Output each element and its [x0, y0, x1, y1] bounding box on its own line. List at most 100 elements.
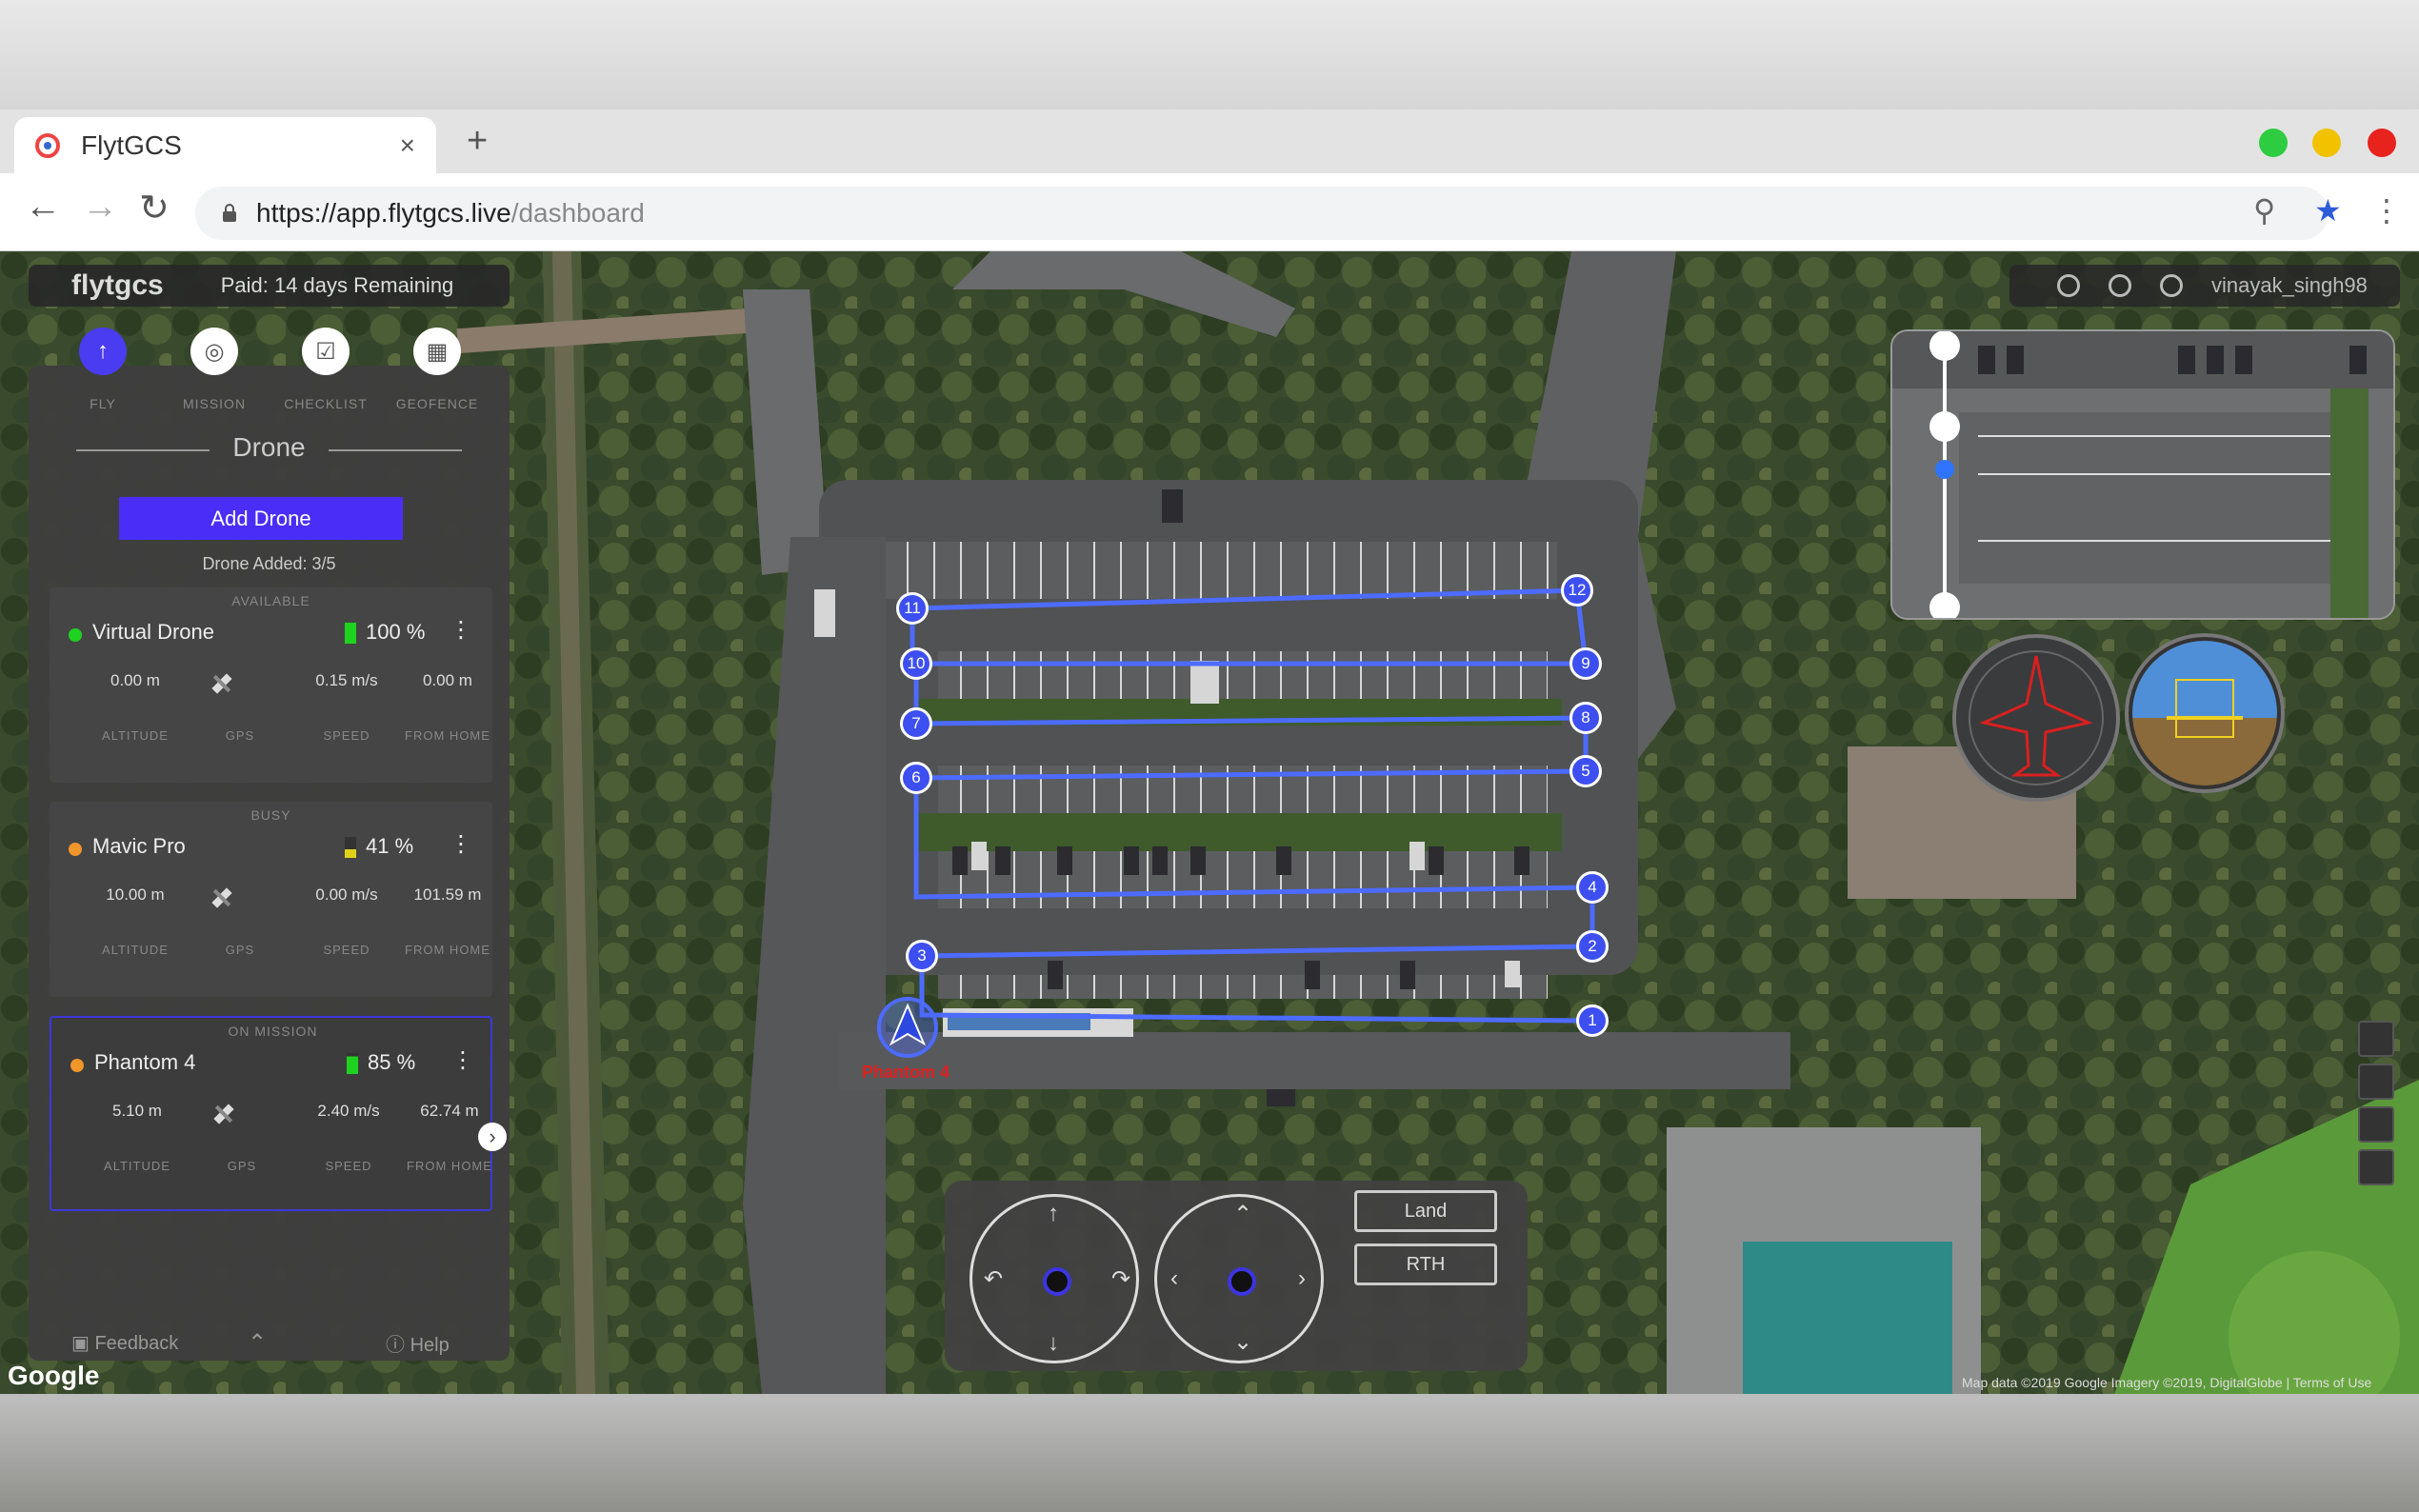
add-drone-button[interactable]: Add Drone	[119, 497, 403, 540]
joystick-up-arrow-icon: ↑	[1048, 1201, 1059, 1226]
map-tool-layers-icon[interactable]	[2358, 1021, 2394, 1057]
map-tool-locate-icon[interactable]	[2358, 1149, 2394, 1185]
drone-card[interactable]: AVAILABLE Virtual Drone 100 % ⋮ 0.00 m ALTITU…	[50, 587, 492, 783]
new-tab-button[interactable]: +	[467, 121, 488, 162]
joystick-yaw-right-icon: ↷	[1111, 1266, 1131, 1292]
arrow-up-icon: ↑	[79, 328, 127, 375]
drone-speed-value: 0.15 m/s	[315, 671, 378, 689]
forward-arrow-icon[interactable]: →	[82, 187, 118, 228]
drone-panel: Drone Add Drone Drone Added: 3/5 AVAILAB…	[29, 366, 510, 1361]
map-view[interactable]: 1 2 3 4 5 6 7 8 9 10 11 12 Phantom 4 flytgcs Paid: …	[0, 251, 2419, 1394]
map-attribution[interactable]: Map data ©2019 Google Imagery ©2019, Dig…	[1962, 1375, 2371, 1390]
left-joystick[interactable]: ↑ ↓ ↶ ↷	[970, 1194, 1139, 1363]
left-joystick-knob[interactable]	[1043, 1267, 1071, 1296]
drone-card[interactable]: ON MISSION Phantom 4 85 % ⋮ 5.10 m ALTITUDE GP…	[50, 1016, 492, 1211]
waypoint-marker[interactable]: 3	[906, 940, 938, 972]
flytgcs-favicon-icon	[35, 132, 60, 158]
panel-title: Drone	[29, 432, 510, 463]
back-arrow-icon[interactable]: ←	[25, 187, 61, 228]
waypoint-marker[interactable]: 1	[1576, 1005, 1609, 1037]
tab-fly[interactable]: ↑ FLY	[48, 328, 158, 411]
drone-card[interactable]: BUSY Mavic Pro 41 % ⋮ 10.00 m ALTITUDE GPS 0.00…	[50, 802, 492, 997]
stat-label: FROM HOME	[405, 943, 490, 957]
reload-icon[interactable]: ↻	[139, 187, 170, 229]
gps-satellite-icon	[211, 887, 232, 908]
zoom-icon[interactable]: ⚲	[2253, 192, 2275, 229]
tab-label: MISSION	[182, 396, 247, 411]
expand-panel-chevron-icon[interactable]: ›	[478, 1123, 507, 1151]
username[interactable]: vinayak_singh98	[2211, 273, 2368, 298]
window-minimize-button[interactable]	[2312, 129, 2341, 157]
drone-speed-value: 2.40 m/s	[317, 1102, 380, 1120]
waypoint-marker[interactable]: 9	[1569, 647, 1602, 680]
waypoint-marker[interactable]: 4	[1576, 871, 1609, 904]
waypoint-marker[interactable]: 5	[1569, 755, 1602, 787]
battery-icon	[347, 1053, 358, 1074]
status-dot	[69, 843, 82, 856]
panel-footer: ▣ Feedback ⌃ ⓘ Help	[29, 1325, 510, 1361]
drone-marker-icon[interactable]	[874, 994, 941, 1061]
user-avatar-icon[interactable]	[2160, 274, 2183, 297]
checklist-icon: ☑	[302, 328, 350, 375]
help-link[interactable]: ⓘ Help	[386, 1329, 450, 1357]
tab-label: GEOFENCE	[395, 396, 479, 411]
mode-tabs: ↑ FLY ◎ MISSION ☑ CHECKLIST ▦ GEOFENCE	[29, 328, 510, 423]
tab-close-icon[interactable]: ×	[400, 130, 415, 161]
waypoint-marker[interactable]: 6	[900, 762, 932, 794]
waypoint-marker[interactable]: 10	[900, 647, 932, 680]
drone-menu-kebab-icon[interactable]: ⋮	[451, 1046, 474, 1074]
drone-menu-kebab-icon[interactable]: ⋮	[450, 616, 472, 644]
chevron-up-icon[interactable]: ⌃	[248, 1329, 267, 1357]
window-close-button[interactable]	[2368, 129, 2396, 157]
app-header: flytgcs Paid: 14 days Remaining	[29, 265, 510, 307]
map-tool-zoom-in-icon[interactable]	[2358, 1064, 2394, 1100]
tab-mission[interactable]: ◎ MISSION	[159, 328, 270, 411]
url-path: /dashboard	[510, 198, 645, 228]
land-button[interactable]: Land	[1354, 1190, 1497, 1232]
drone-map-label: Phantom 4	[862, 1063, 950, 1082]
stat-label: GPS	[225, 728, 255, 743]
camera-minimap[interactable]	[1890, 329, 2395, 620]
url-text: https://app.flytgcs.live/dashboard	[256, 198, 645, 229]
menu-kebab-icon[interactable]: ⋮	[2371, 192, 2402, 229]
brand-logo[interactable]: flytgcs	[71, 269, 164, 302]
waypoint-marker[interactable]: 8	[1569, 702, 1602, 734]
drone-from-home-value: 62.74 m	[420, 1102, 479, 1120]
drone-from-home-value: 101.59 m	[413, 885, 482, 904]
drone-name: Virtual Drone	[92, 620, 214, 644]
address-bar[interactable]: https://app.flytgcs.live/dashboard	[195, 187, 2329, 240]
browser-tab[interactable]: FlytGCS ×	[14, 117, 436, 173]
waypoint-marker[interactable]: 7	[900, 707, 932, 740]
bookmark-star-icon[interactable]: ★	[2314, 192, 2342, 229]
browser-tab-bar: FlytGCS × +	[0, 109, 2419, 173]
help-label: Help	[410, 1335, 450, 1356]
mission-icon: ◎	[190, 328, 238, 375]
rth-button[interactable]: RTH	[1354, 1243, 1497, 1285]
drone-altitude-value: 10.00 m	[106, 885, 165, 904]
tab-checklist[interactable]: ☑ CHECKLIST	[270, 328, 381, 411]
joystick-back-icon: ⌄	[1233, 1329, 1253, 1355]
feedback-link[interactable]: ▣ Feedback	[71, 1331, 178, 1355]
map-tool-zoom-out-icon[interactable]	[2358, 1106, 2394, 1143]
stat-label: ALTITUDE	[102, 728, 169, 743]
tab-geofence[interactable]: ▦ GEOFENCE	[382, 328, 492, 411]
settings-gear-icon[interactable]	[2109, 274, 2131, 297]
joystick-down-arrow-icon: ↓	[1048, 1330, 1059, 1356]
drone-menu-kebab-icon[interactable]: ⋮	[450, 830, 472, 858]
battery-percent: 41 %	[366, 834, 414, 858]
right-joystick-knob[interactable]	[1228, 1267, 1256, 1296]
battery-percent: 85 %	[368, 1050, 416, 1074]
drone-added-count: Drone Added: 3/5	[202, 554, 336, 573]
notification-bell-icon[interactable]	[2057, 274, 2080, 297]
window-maximize-button[interactable]	[2259, 129, 2288, 157]
waypoint-marker[interactable]: 2	[1576, 930, 1609, 963]
stat-label: SPEED	[325, 1159, 372, 1173]
waypoint-marker[interactable]: 12	[1561, 574, 1593, 607]
right-joystick[interactable]: ⌃ ⌄ ‹ ›	[1154, 1194, 1324, 1363]
drone-speed-value: 0.00 m/s	[315, 885, 378, 904]
drone-status-label: ON MISSION	[228, 1024, 318, 1039]
flight-controls: ↑ ↓ ↶ ↷ ⌃ ⌄ ‹ › Land RTH	[945, 1181, 1528, 1371]
drone-status-label: AVAILABLE	[231, 593, 310, 608]
drone-status-label: BUSY	[250, 807, 291, 823]
waypoint-marker[interactable]: 11	[896, 592, 929, 625]
